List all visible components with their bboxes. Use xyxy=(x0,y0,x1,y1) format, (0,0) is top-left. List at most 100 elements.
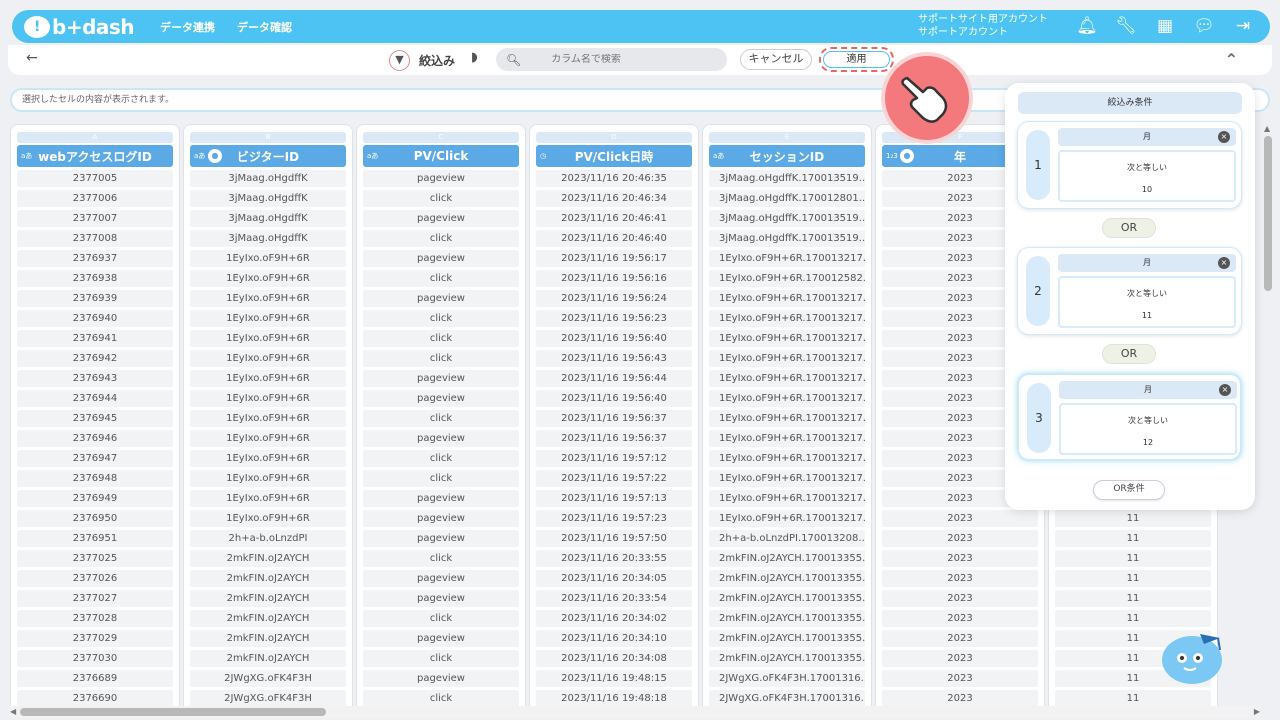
table-cell[interactable]: 2h+a-b.oLnzdPI xyxy=(190,530,346,547)
table-cell[interactable]: 1EyIxo.oF9H+6R xyxy=(190,310,346,327)
table-cell[interactable]: 2023/11/16 19:56:37 xyxy=(536,430,692,447)
condition-rule[interactable]: 次と等しい 12 xyxy=(1059,403,1237,455)
table-cell[interactable]: 2377029 xyxy=(17,630,173,647)
table-cell[interactable]: 1EyIxo.oF9H+6R.170013217... xyxy=(709,470,865,487)
vertical-scroll-thumb[interactable] xyxy=(1264,136,1272,291)
table-cell[interactable]: 2023/11/16 20:34:02 xyxy=(536,610,692,627)
table-cell[interactable]: 1EyIxo.oF9H+6R.170013217... xyxy=(709,350,865,367)
table-cell[interactable]: 2023/11/16 19:57:22 xyxy=(536,470,692,487)
table-cell[interactable]: 3jMaag.oHgdffK xyxy=(190,190,346,207)
column-header[interactable]: aあ ● ビジターID xyxy=(190,145,346,167)
cancel-button[interactable]: キャンセル xyxy=(740,49,812,70)
table-cell[interactable]: 1EyIxo.oF9H+6R xyxy=(190,430,346,447)
table-cell[interactable]: 1EyIxo.oF9H+6R.170012582... xyxy=(709,270,865,287)
table-cell[interactable]: 1EyIxo.oF9H+6R xyxy=(190,290,346,307)
table-cell[interactable]: 2376951 xyxy=(17,530,173,547)
table-cell[interactable]: 2JWgXG.oFK4F3H xyxy=(190,690,346,707)
table-cell[interactable]: 2mkFIN.oJ2AYCH.170013355... xyxy=(709,590,865,607)
bell-icon[interactable]: 🔔︎ xyxy=(1076,15,1098,37)
table-cell[interactable]: 1EyIxo.oF9H+6R.170013217... xyxy=(709,450,865,467)
table-cell[interactable]: 2023/11/16 20:46:35 xyxy=(536,170,692,187)
table-cell[interactable]: pageview xyxy=(363,590,519,607)
table-cell[interactable]: 1EyIxo.oF9H+6R xyxy=(190,270,346,287)
table-cell[interactable]: pageview xyxy=(363,370,519,387)
bdash-logo[interactable]: ! b+dash xyxy=(24,15,135,39)
table-cell[interactable]: pageview xyxy=(363,570,519,587)
logout-icon[interactable]: ⇥ xyxy=(1232,15,1254,37)
mascot-icon[interactable] xyxy=(1160,628,1228,688)
table-cell[interactable]: 2376940 xyxy=(17,310,173,327)
table-cell[interactable]: pageview xyxy=(363,430,519,447)
condition-field[interactable]: 月 × xyxy=(1058,128,1236,146)
table-cell[interactable]: 2mkFIN.oJ2AYCH xyxy=(190,590,346,607)
column-header[interactable]: aあ PV/Click xyxy=(363,145,519,167)
table-cell[interactable]: 2023/11/16 20:34:08 xyxy=(536,650,692,667)
table-cell[interactable]: 3jMaag.oHgdffK.170013519... xyxy=(709,170,865,187)
table-cell[interactable]: 1EyIxo.oF9H+6R xyxy=(190,350,346,367)
table-cell[interactable]: 2023/11/16 19:56:44 xyxy=(536,370,692,387)
grid-icon[interactable]: ▦ xyxy=(1154,15,1176,37)
table-cell[interactable]: 2mkFIN.oJ2AYCH xyxy=(190,550,346,567)
condition-rule[interactable]: 次と等しい 11 xyxy=(1058,276,1236,328)
table-cell[interactable]: pageview xyxy=(363,510,519,527)
or-connector[interactable]: OR xyxy=(1102,344,1156,364)
table-cell[interactable]: 2377028 xyxy=(17,610,173,627)
vertical-scrollbar[interactable]: ▲ xyxy=(1262,124,1274,710)
table-cell[interactable]: 2023 xyxy=(882,550,1038,567)
table-cell[interactable]: 2mkFIN.oJ2AYCH xyxy=(190,650,346,667)
column-letter[interactable]: E xyxy=(709,132,865,143)
table-cell[interactable]: 2377006 xyxy=(17,190,173,207)
table-cell[interactable]: 2mkFIN.oJ2AYCH.170013355... xyxy=(709,650,865,667)
condition-field[interactable]: 月 × xyxy=(1058,254,1236,272)
table-cell[interactable]: click xyxy=(363,410,519,427)
table-cell[interactable]: 2023 xyxy=(882,630,1038,647)
wrench-icon[interactable]: 🔧︎ xyxy=(1115,15,1137,37)
table-cell[interactable]: 2377027 xyxy=(17,590,173,607)
table-cell[interactable]: 2mkFIN.oJ2AYCH.170013355... xyxy=(709,630,865,647)
table-cell[interactable]: 2377005 xyxy=(17,170,173,187)
table-cell[interactable]: 2mkFIN.oJ2AYCH.170013355... xyxy=(709,550,865,567)
table-cell[interactable]: 2023/11/16 19:56:43 xyxy=(536,350,692,367)
table-cell[interactable]: 2376941 xyxy=(17,330,173,347)
table-cell[interactable]: 2mkFIN.oJ2AYCH.170013355... xyxy=(709,570,865,587)
scroll-up-icon[interactable]: ▲ xyxy=(1264,124,1270,133)
table-cell[interactable]: 1EyIxo.oF9H+6R xyxy=(190,250,346,267)
table-cell[interactable]: 1EyIxo.oF9H+6R xyxy=(190,470,346,487)
table-cell[interactable]: 2023 xyxy=(882,590,1038,607)
add-or-condition-button[interactable]: OR条件 xyxy=(1093,480,1165,500)
table-cell[interactable]: 2023 xyxy=(882,510,1038,527)
table-cell[interactable]: 2376937 xyxy=(17,250,173,267)
table-cell[interactable]: click xyxy=(363,270,519,287)
table-cell[interactable]: pageview xyxy=(363,250,519,267)
table-cell[interactable]: 2023 xyxy=(882,530,1038,547)
table-cell[interactable]: 2376690 xyxy=(17,690,173,707)
table-cell[interactable]: 1EyIxo.oF9H+6R.170013217... xyxy=(709,310,865,327)
column-header[interactable]: aあ webアクセスログID xyxy=(17,145,173,167)
table-cell[interactable]: 2023/11/16 19:48:18 xyxy=(536,690,692,707)
table-cell[interactable]: 1EyIxo.oF9H+6R.170013217... xyxy=(709,290,865,307)
table-cell[interactable]: pageview xyxy=(363,390,519,407)
table-cell[interactable]: 2376942 xyxy=(17,350,173,367)
column-header[interactable]: ◷ PV/Click日時 xyxy=(536,145,692,167)
table-cell[interactable]: 2023/11/16 20:34:10 xyxy=(536,630,692,647)
table-cell[interactable]: 2023/11/16 19:57:23 xyxy=(536,510,692,527)
table-cell[interactable]: click xyxy=(363,470,519,487)
table-cell[interactable]: 2023/11/16 20:33:55 xyxy=(536,550,692,567)
table-cell[interactable]: click xyxy=(363,350,519,367)
table-cell[interactable]: 2JWgXG.oFK4F3H.17001316... xyxy=(709,670,865,687)
table-cell[interactable]: 2377007 xyxy=(17,210,173,227)
table-cell[interactable]: click xyxy=(363,550,519,567)
table-cell[interactable]: 11 xyxy=(1055,530,1211,547)
table-cell[interactable]: 2JWgXG.oFK4F3H xyxy=(190,670,346,687)
table-cell[interactable]: 3jMaag.oHgdffK xyxy=(190,210,346,227)
condition-rule[interactable]: 次と等しい 10 xyxy=(1058,150,1236,202)
table-cell[interactable]: 2mkFIN.oJ2AYCH xyxy=(190,610,346,627)
table-cell[interactable]: 2376939 xyxy=(17,290,173,307)
table-cell[interactable]: pageview xyxy=(363,290,519,307)
table-cell[interactable]: 11 xyxy=(1055,550,1211,567)
table-cell[interactable]: 2023/11/16 19:57:50 xyxy=(536,530,692,547)
table-cell[interactable]: pageview xyxy=(363,630,519,647)
chevron-up-icon[interactable]: ⌃ xyxy=(1225,50,1238,69)
remove-condition-icon[interactable]: × xyxy=(1219,384,1231,396)
table-cell[interactable]: 2023/11/16 20:34:05 xyxy=(536,570,692,587)
